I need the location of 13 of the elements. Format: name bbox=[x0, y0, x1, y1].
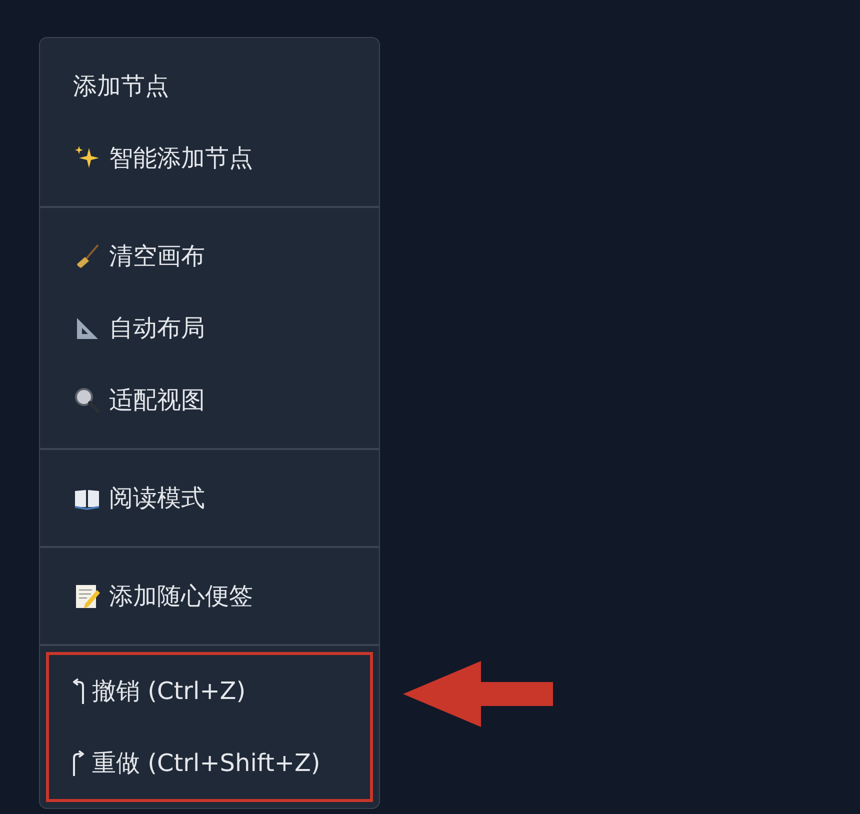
undo-arrow-icon bbox=[73, 678, 84, 704]
menu-item[interactable]: 阅读模式 bbox=[49, 462, 370, 534]
menu-item[interactable]: 自动布局 bbox=[49, 292, 370, 364]
magnifier-icon bbox=[73, 386, 101, 414]
menu-item[interactable]: 撤销 (Ctrl+Z) bbox=[49, 655, 370, 727]
menu-item[interactable]: 添加节点 bbox=[49, 50, 370, 122]
menu-item[interactable]: 重做 (Ctrl+Shift+Z) bbox=[49, 727, 370, 799]
menu-item[interactable]: 清空画布 bbox=[49, 220, 370, 292]
redo-arrow-icon bbox=[73, 750, 84, 776]
menu-item[interactable]: 适配视图 bbox=[49, 364, 370, 436]
menu-item[interactable]: 智能添加节点 bbox=[49, 122, 370, 194]
menu-item[interactable]: 添加随心便签 bbox=[49, 560, 370, 632]
memo-icon bbox=[73, 582, 101, 610]
